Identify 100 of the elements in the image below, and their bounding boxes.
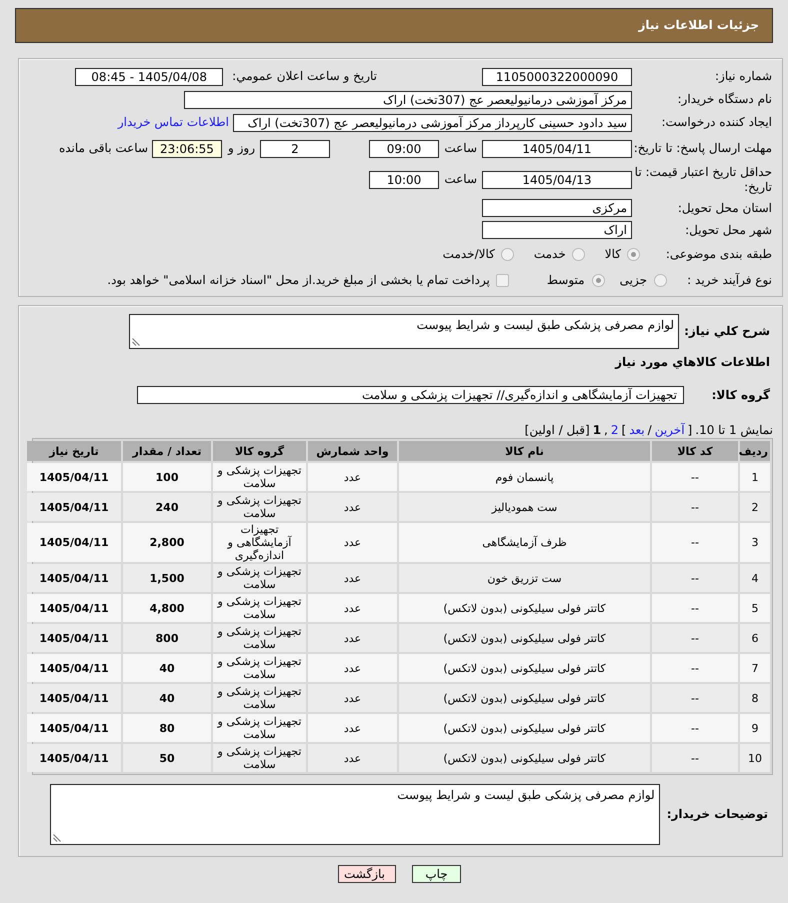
table-cell: 40 [123, 654, 211, 682]
radio-label: متوسط [546, 272, 585, 288]
time-label: ساعت [443, 141, 477, 156]
table-cell: پانسمان فوم [399, 463, 650, 491]
table-cell: 2,800 [123, 523, 211, 562]
announcement-datetime-field[interactable]: 1405/04/08 - 08:45 [75, 68, 224, 86]
days-label: روز و [228, 141, 255, 156]
deadline-date-field[interactable]: 1405/04/11 [482, 140, 632, 158]
validity-time-field[interactable]: 10:00 [369, 170, 439, 188]
table-cell: 9 [740, 714, 770, 742]
item-group-field[interactable]: تجهیزات آزمایشگاهی و اندازه‌گیری// تجهیزات پزشکی و سلامت [137, 386, 684, 404]
table-cell: 80 [123, 714, 211, 742]
days-field[interactable]: 2 [260, 140, 330, 158]
radio-label: کالا [604, 246, 621, 262]
table-cell: کاتتر فولی سیلیکونی (بدون لاتکس) [399, 624, 650, 652]
resize-grip-icon[interactable] [52, 834, 61, 842]
field-label: نام دستگاه خریدار: [676, 92, 773, 107]
table-cell: -- [652, 714, 738, 742]
table-cell: 3 [740, 523, 770, 562]
table-cell: کاتتر فولی سیلیکونی (بدون لاتکس) [399, 744, 650, 772]
print-button[interactable]: چاپ [412, 865, 461, 883]
field-label: استان محل تحویل: [676, 200, 773, 216]
radio-label: خدمت [534, 246, 566, 262]
table-cell: کاتتر فولی سیلیکونی (بدون لاتکس) [399, 684, 650, 712]
table-cell: عدد [308, 744, 397, 772]
table-cell: تجهیزات پزشکی و سلامت [213, 744, 306, 772]
pagination-link[interactable]: 2 [610, 423, 619, 438]
remaining-time-field[interactable]: 23:06:55 [152, 140, 222, 158]
field-label: شهر محل تحویل: [684, 222, 773, 238]
column-header: تعداد / مقدار [123, 441, 211, 461]
table-cell: 1,500 [123, 564, 211, 592]
table-cell: 50 [123, 744, 211, 772]
table-cell: 1405/04/11 [27, 744, 121, 772]
table-cell: 2 [740, 493, 770, 521]
table-cell: -- [652, 594, 738, 622]
section-title: اطلاعات کالاهاي مورد نیاز [614, 355, 771, 369]
table-cell: عدد [308, 594, 397, 622]
field-label: نوع فرآیند خرید : [686, 272, 773, 288]
table-cell: 40 [123, 684, 211, 712]
buyer-organization-field[interactable]: مرکز آموزشی درمانیولیعصر عج (307تخت) اراک [184, 90, 632, 108]
pagination-text: [ [688, 423, 692, 438]
table-cell: تجهیزات آزمایشگاهی و اندازه‌گیری [213, 523, 306, 562]
pagination-link[interactable]: آخرین [654, 423, 685, 438]
field-label: مهلت ارسال پاسخ: تا تاریخ: [632, 141, 773, 156]
table-cell: ست همودیالیز [399, 493, 650, 521]
table-cell: 7 [740, 654, 770, 682]
table-cell: 5 [740, 594, 770, 622]
table-cell: 4,800 [123, 594, 211, 622]
table-cell: ست تزریق خون [399, 564, 650, 592]
column-header: نام کالا [399, 441, 650, 461]
deadline-time-field[interactable]: 09:00 [369, 140, 439, 158]
table-cell: -- [652, 523, 738, 562]
table-cell: -- [652, 564, 738, 592]
pagination-link[interactable]: بعد [629, 423, 645, 438]
column-header: ردیف [740, 441, 770, 461]
table-cell: 6 [740, 624, 770, 652]
table-cell: تجهیزات پزشکی و سلامت [213, 594, 306, 622]
table-cell: 1405/04/11 [27, 463, 121, 491]
table-cell: تجهیزات پزشکی و سلامت [213, 654, 306, 682]
field-label: تاریخ و ساعت اعلان عمومي: [232, 69, 377, 84]
table-cell: تجهیزات پزشکی و سلامت [213, 463, 306, 491]
page-title: جزئیات اطلاعات نیاز [638, 18, 759, 33]
requester-field[interactable]: سید دادود حسینی کارپرداز مرکز آموزشی درمانیولیعصر عج (307تخت) اراک [233, 114, 632, 132]
table-cell: تجهیزات پزشکی و سلامت [213, 493, 306, 521]
pagination-text: [قبل / اولین] [524, 423, 590, 438]
time-label: ساعت [443, 172, 477, 187]
table-cell: عدد [308, 564, 397, 592]
field-label: شرح کلي نیاز: [684, 324, 771, 339]
table-cell: 10 [740, 744, 770, 772]
table-cell: -- [652, 493, 738, 521]
resize-grip-icon[interactable] [132, 338, 140, 346]
field-label: شماره نیاز: [714, 69, 773, 84]
current-page: 1 [592, 423, 602, 438]
validity-date-field[interactable]: 1405/04/13 [482, 170, 632, 188]
table-cell: 100 [123, 463, 211, 491]
buyer-notes-textarea[interactable]: لوازم مصرفی پزشکی طبق لیست و شرایط پیوست [50, 784, 660, 845]
field-label: طبقه بندی موضوعی: [664, 246, 773, 262]
table-cell: 4 [740, 564, 770, 592]
column-header: گروه کالا [213, 441, 306, 461]
table-cell: -- [652, 463, 738, 491]
back-button[interactable]: بازگشت [338, 865, 396, 883]
description-textarea[interactable]: لوازم مصرفی پزشکی طبق لیست و شرایط پیوست [129, 314, 680, 349]
table-cell: عدد [308, 523, 397, 562]
pagination-text: / [648, 423, 652, 438]
city-field[interactable]: اراک [482, 221, 632, 239]
table-cell: کاتتر فولی سیلیکونی (بدون لاتکس) [399, 714, 650, 742]
table-cell: ظرف آزمایشگاهی [399, 523, 650, 562]
table-cell: 1405/04/11 [27, 493, 121, 521]
table-cell: -- [652, 684, 738, 712]
column-header: کد کالا [652, 441, 738, 461]
contact-info-link[interactable]: اطلاعات تماس خریدار [118, 115, 229, 130]
table-cell: 1405/04/11 [27, 594, 121, 622]
province-field[interactable]: مرکزی [482, 199, 632, 217]
table-cell: کاتتر فولی سیلیکونی (بدون لاتکس) [399, 594, 650, 622]
need-number-field[interactable]: 1105000322000090 [482, 68, 632, 86]
remaining-label: ساعت باقی مانده [58, 141, 148, 156]
table-cell: -- [652, 654, 738, 682]
table-cell: عدد [308, 654, 397, 682]
table-cell: عدد [308, 624, 397, 652]
table-cell: 240 [123, 493, 211, 521]
